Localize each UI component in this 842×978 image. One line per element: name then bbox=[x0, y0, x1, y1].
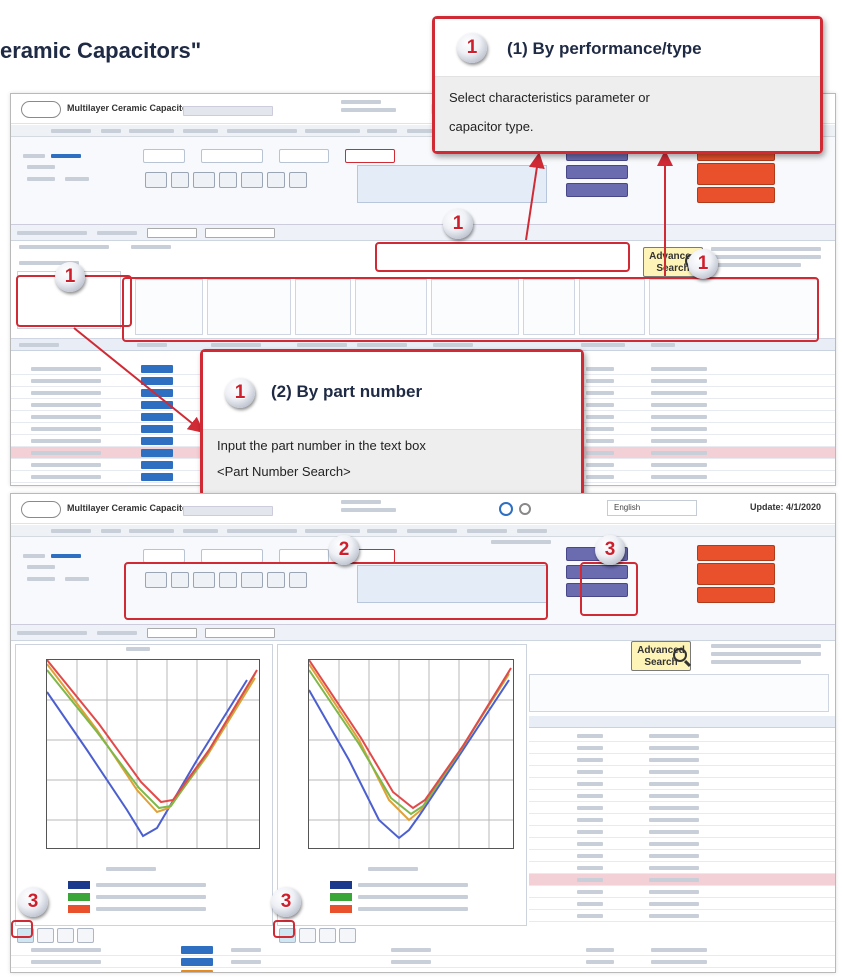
update-date: Update: 4/1/2020 bbox=[749, 502, 821, 512]
table-icon[interactable] bbox=[339, 928, 356, 943]
language-select[interactable]: English bbox=[607, 500, 697, 516]
tab-detailed[interactable] bbox=[279, 549, 329, 563]
badge-3: 3 bbox=[595, 535, 625, 565]
table-row[interactable] bbox=[529, 862, 835, 874]
table-row-highlighted[interactable] bbox=[529, 874, 835, 886]
table-icon[interactable] bbox=[77, 928, 94, 943]
search-icon[interactable] bbox=[499, 502, 513, 516]
impedance-curves bbox=[46, 659, 259, 848]
app-title: Multilayer Ceramic Capacitors bbox=[67, 503, 197, 513]
filter-panel[interactable] bbox=[529, 674, 829, 712]
graph-panel-impedance[interactable] bbox=[15, 644, 273, 926]
callout-title: (2) By part number bbox=[271, 382, 423, 401]
callout-by-part-number: 1 (2) By part number Input the part numb… bbox=[200, 349, 584, 497]
table-row[interactable] bbox=[529, 886, 835, 898]
table-row[interactable] bbox=[529, 742, 835, 754]
magnifier-icon bbox=[673, 648, 687, 662]
highlight-characteristics-tabs bbox=[124, 562, 548, 620]
table-row[interactable] bbox=[11, 944, 835, 956]
results-header bbox=[529, 716, 835, 728]
badge-1: 1 bbox=[443, 209, 473, 239]
table-row[interactable] bbox=[529, 766, 835, 778]
table-row[interactable] bbox=[529, 754, 835, 766]
table-row[interactable] bbox=[529, 790, 835, 802]
callout-by-performance: 1 (1) By performance/type Select charact… bbox=[432, 16, 823, 154]
badge-1: 1 bbox=[225, 378, 255, 408]
callout-line: capacitor type. bbox=[449, 119, 534, 134]
tab-s-parameter[interactable] bbox=[201, 549, 263, 563]
callout-line: Input the part number in the text box bbox=[217, 438, 426, 453]
app-titlebar: Multilayer Ceramic Capacitors English Up… bbox=[11, 494, 835, 524]
badge-1: 1 bbox=[457, 33, 487, 63]
table-row[interactable] bbox=[529, 778, 835, 790]
callout-line: <Part Number Search> bbox=[217, 464, 351, 479]
table-row[interactable] bbox=[529, 814, 835, 826]
contact-us-button[interactable] bbox=[697, 587, 775, 603]
table-row[interactable] bbox=[529, 802, 835, 814]
table-row[interactable] bbox=[11, 956, 835, 968]
table-row[interactable] bbox=[529, 898, 835, 910]
table-row[interactable] bbox=[11, 968, 835, 972]
highlight-chart-icon bbox=[273, 920, 295, 938]
badge-3: 3 bbox=[18, 887, 48, 917]
advanced-search-button[interactable]: Advanced Search bbox=[631, 641, 691, 671]
gear-icon[interactable] bbox=[519, 503, 531, 515]
table-row[interactable] bbox=[529, 850, 835, 862]
esr-curves bbox=[308, 659, 513, 848]
logo-icon bbox=[21, 501, 61, 518]
graph-plot-area bbox=[308, 659, 514, 849]
table-row[interactable] bbox=[529, 826, 835, 838]
highlight-download-buttons bbox=[580, 562, 638, 616]
table-icon[interactable] bbox=[299, 928, 316, 943]
graph-panel-esr[interactable] bbox=[277, 644, 527, 926]
table-row[interactable] bbox=[529, 910, 835, 922]
gear-icon[interactable] bbox=[319, 928, 336, 943]
tab-basic[interactable] bbox=[143, 549, 185, 563]
search-toolbar bbox=[11, 625, 835, 641]
product-detail-button[interactable] bbox=[697, 545, 775, 561]
table-row[interactable] bbox=[529, 838, 835, 850]
menu-row[interactable] bbox=[11, 525, 835, 537]
callout-title: (1) By performance/type bbox=[507, 39, 702, 58]
badge-1: 1 bbox=[55, 262, 85, 292]
badge-2: 2 bbox=[329, 535, 359, 565]
badge-1: 1 bbox=[688, 249, 718, 279]
badge-3: 3 bbox=[271, 887, 301, 917]
callout-line: Select characteristics parameter or bbox=[449, 90, 650, 105]
gear-icon[interactable] bbox=[57, 928, 74, 943]
graph-plot-area bbox=[46, 659, 260, 849]
highlight-chart-icon bbox=[11, 920, 33, 938]
table-icon[interactable] bbox=[37, 928, 54, 943]
table-row[interactable] bbox=[529, 730, 835, 742]
stock-check-button[interactable] bbox=[697, 563, 775, 585]
